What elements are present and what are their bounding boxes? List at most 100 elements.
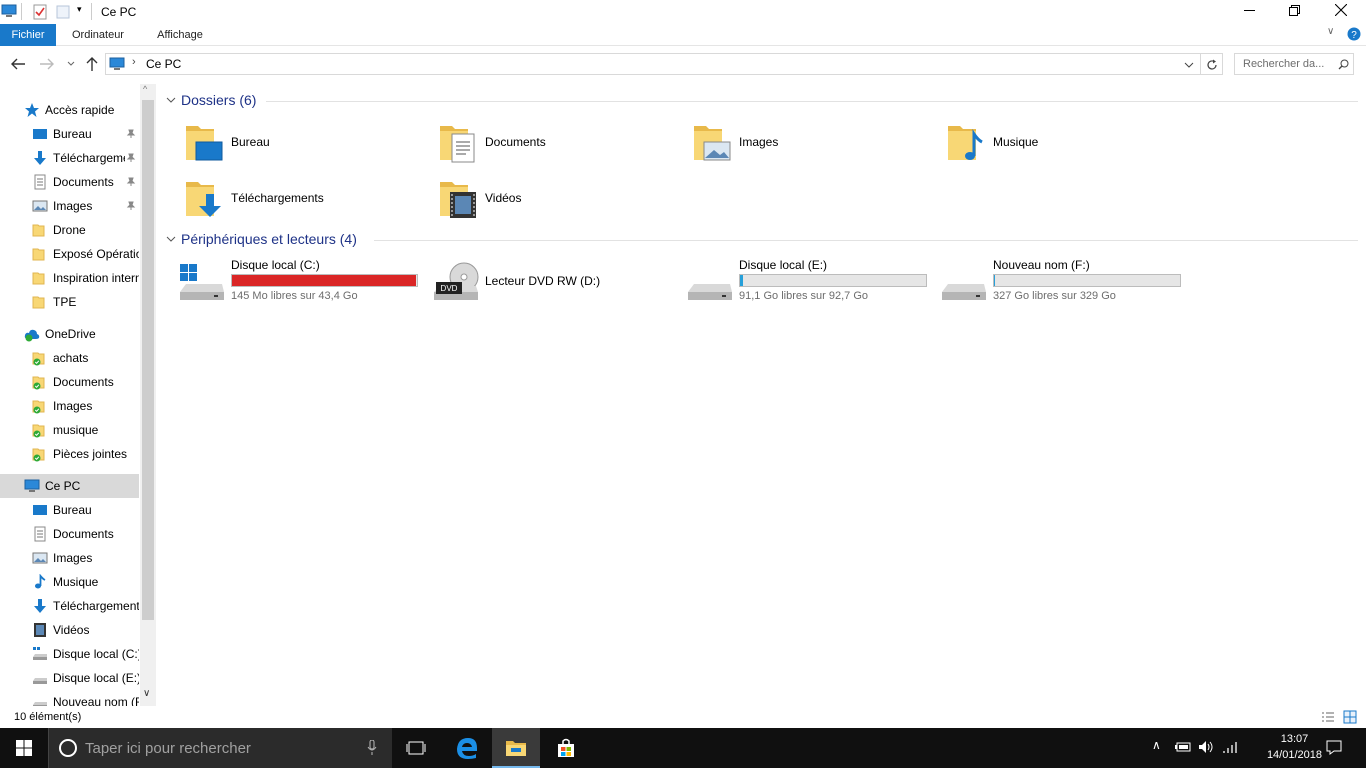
nav-quick-item[interactable]: Inspiration intern bbox=[32, 266, 139, 290]
drive-c[interactable]: Disque local (C:) 145 Mo libres sur 43,4… bbox=[178, 256, 418, 308]
folder-images[interactable]: Images bbox=[692, 120, 932, 164]
expand-ribbon-icon[interactable]: ∨ bbox=[1327, 26, 1334, 37]
system-clock[interactable]: 13:07 14/01/2018 bbox=[1267, 731, 1322, 763]
nav-pc-item[interactable]: Nouveau nom (F bbox=[32, 690, 139, 706]
nav-quick-item[interactable]: Documents bbox=[32, 170, 139, 194]
nav-onedrive-item[interactable]: Pièces jointes bbox=[32, 442, 139, 466]
nav-quick-item[interactable]: Téléchargements bbox=[32, 146, 139, 170]
properties-icon[interactable] bbox=[33, 4, 47, 20]
tab-affichage[interactable]: Affichage bbox=[146, 24, 214, 46]
nav-pc-item[interactable]: Images bbox=[32, 546, 139, 570]
nav-quick-access[interactable]: Accès rapide bbox=[24, 98, 139, 122]
nav-scrollbar-thumb[interactable] bbox=[142, 100, 154, 620]
battery-icon[interactable] bbox=[1175, 742, 1191, 752]
drive-f[interactable]: Nouveau nom (F:) 327 Go libres sur 329 G… bbox=[940, 256, 1181, 308]
cortana-icon bbox=[59, 739, 77, 757]
nav-onedrive-item[interactable]: Images bbox=[32, 394, 139, 418]
devices-group-header[interactable]: Périphériques et lecteurs (4) bbox=[181, 231, 357, 247]
up-arrow-icon[interactable] bbox=[86, 56, 98, 72]
large-icons-view-icon[interactable] bbox=[1343, 710, 1357, 724]
drive-label: Nouveau nom (F:) bbox=[993, 258, 1090, 272]
folder-label: Images bbox=[739, 135, 779, 149]
help-icon[interactable]: ? bbox=[1347, 27, 1361, 41]
folder-label: Téléchargements bbox=[231, 191, 324, 205]
tab-fichier[interactable]: Fichier bbox=[0, 24, 56, 46]
search-input[interactable]: Rechercher da... bbox=[1234, 53, 1354, 75]
group-divider bbox=[374, 240, 1358, 241]
breadcrumb[interactable]: Ce PC bbox=[146, 57, 181, 71]
close-icon[interactable] bbox=[1335, 4, 1347, 16]
folder-icon bbox=[32, 248, 45, 261]
drive-label: Lecteur DVD RW (D:) bbox=[485, 274, 601, 288]
new-folder-icon[interactable] bbox=[56, 5, 70, 19]
nav-item-label: Bureau bbox=[53, 503, 92, 517]
folder-telechargements[interactable]: Téléchargements bbox=[184, 176, 424, 220]
nav-onedrive[interactable]: OneDrive bbox=[24, 322, 139, 346]
nav-onedrive-item[interactable]: Documents bbox=[32, 370, 139, 394]
nav-pc-item[interactable]: Disque local (C:) bbox=[32, 642, 139, 666]
computer-icon bbox=[1, 4, 17, 17]
separator bbox=[91, 3, 92, 20]
drive-d[interactable]: DVD Lecteur DVD RW (D:) bbox=[432, 256, 672, 308]
folders-group-header[interactable]: Dossiers (6) bbox=[181, 92, 256, 108]
refresh-button[interactable] bbox=[1201, 53, 1223, 75]
drive-e[interactable]: Disque local (E:) 91,1 Go libres sur 92,… bbox=[686, 256, 927, 308]
scroll-down-icon[interactable]: ∨ bbox=[143, 688, 150, 699]
nav-pc-item[interactable]: Disque local (E:) bbox=[32, 666, 139, 690]
collapse-folders-icon[interactable] bbox=[166, 97, 176, 104]
nav-pc-item[interactable]: Bureau bbox=[32, 498, 139, 522]
scroll-up-icon[interactable]: ^ bbox=[143, 84, 147, 94]
nav-quick-item[interactable]: Images bbox=[32, 194, 139, 218]
file-explorer-button[interactable] bbox=[492, 728, 540, 768]
cloudfolder-icon bbox=[32, 376, 45, 390]
forward-arrow-icon[interactable] bbox=[39, 58, 55, 70]
nav-this-pc[interactable]: Ce PC bbox=[24, 474, 139, 498]
folder-label: Musique bbox=[993, 135, 1039, 149]
folder-documents[interactable]: Documents bbox=[438, 120, 678, 164]
back-arrow-icon[interactable] bbox=[10, 58, 26, 70]
nav-pc-item[interactable]: Téléchargements bbox=[32, 594, 139, 618]
nav-quick-item[interactable]: Drone bbox=[32, 218, 139, 242]
nav-pc-item[interactable]: Musique bbox=[32, 570, 139, 594]
address-history-icon[interactable] bbox=[1184, 62, 1194, 68]
show-hidden-icons-icon[interactable]: ∧ bbox=[1152, 738, 1161, 752]
nav-item-label: Exposé Opération bbox=[53, 247, 139, 261]
nav-header-label: Accès rapide bbox=[45, 103, 115, 117]
address-bar[interactable]: › Ce PC bbox=[105, 53, 1201, 75]
folder-videos[interactable]: Vidéos bbox=[438, 176, 678, 220]
nav-header-label: OneDrive bbox=[45, 327, 96, 341]
nav-quick-item[interactable]: TPE bbox=[32, 290, 139, 314]
restore-icon[interactable] bbox=[1289, 5, 1301, 17]
network-icon[interactable] bbox=[1222, 740, 1238, 754]
start-button[interactable] bbox=[0, 728, 48, 768]
edge-button[interactable] bbox=[442, 728, 490, 768]
nav-pc-item[interactable]: Documents bbox=[32, 522, 139, 546]
taskbar-search-placeholder: Taper ici pour rechercher bbox=[85, 740, 251, 757]
customize-toolbar-icon[interactable]: ▾ bbox=[77, 4, 82, 15]
drive-icon bbox=[33, 678, 47, 684]
nav-onedrive-item[interactable]: achats bbox=[32, 346, 139, 370]
microphone-icon[interactable] bbox=[367, 740, 377, 756]
nav-quick-item[interactable]: Bureau bbox=[32, 122, 139, 146]
tab-ordinateur[interactable]: Ordinateur bbox=[62, 24, 134, 46]
status-bar: 10 élément(s) bbox=[0, 706, 1366, 728]
drive-usage-bar bbox=[739, 274, 927, 287]
content-pane: Dossiers (6) Bureau Documents Images Mus… bbox=[160, 84, 1366, 706]
folder-bureau[interactable]: Bureau bbox=[184, 120, 424, 164]
volume-icon[interactable] bbox=[1198, 740, 1214, 754]
minimize-icon[interactable] bbox=[1244, 10, 1256, 12]
details-view-icon[interactable] bbox=[1321, 711, 1335, 723]
collapse-devices-icon[interactable] bbox=[166, 236, 176, 243]
nav-pc-item[interactable]: Vidéos bbox=[32, 618, 139, 642]
nav-onedrive-item[interactable]: musique bbox=[32, 418, 139, 442]
hard-drive-icon bbox=[688, 284, 732, 300]
svg-text:?: ? bbox=[1351, 30, 1357, 41]
store-button[interactable] bbox=[542, 728, 590, 768]
taskbar-search[interactable]: Taper ici pour rechercher bbox=[48, 728, 392, 768]
task-view-button[interactable] bbox=[392, 728, 440, 768]
folder-musique[interactable]: Musique bbox=[946, 120, 1186, 164]
action-center-icon[interactable] bbox=[1326, 740, 1342, 755]
nav-quick-item[interactable]: Exposé Opération bbox=[32, 242, 139, 266]
recent-locations-icon[interactable] bbox=[67, 61, 75, 67]
nav-item-label: Inspiration intern bbox=[53, 271, 139, 285]
